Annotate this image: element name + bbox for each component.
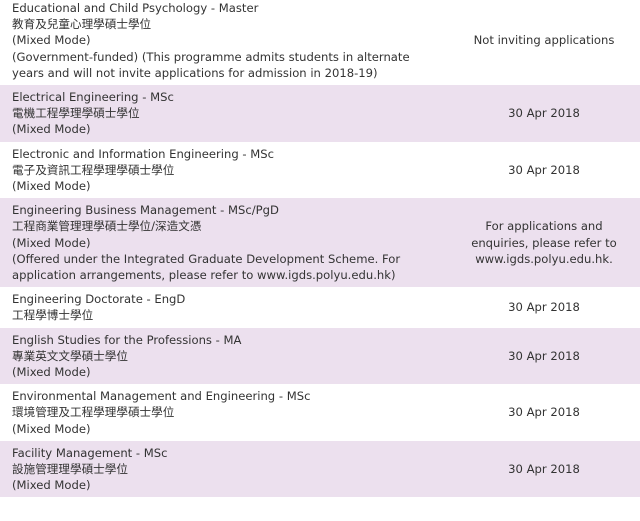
table-row: Educational and Child Psychology - Maste… [0,0,640,86]
programme-chinese-title: 工程學博士學位 [12,308,94,323]
study-mode: (Mixed Mode) [12,179,91,194]
application-deadline: 30 Apr 2018 [508,106,580,121]
programme-title: Engineering Doctorate - EngD [12,292,186,307]
study-mode: (Mixed Mode) [12,122,91,137]
deadline-cell: 30 Apr 2018 [440,89,640,138]
programme-title: Educational and Child Psychology - Maste… [12,1,259,15]
deadline-cell: For applications and enquiries, please r… [440,202,640,283]
deadline-cell: 30 Apr 2018 [440,291,640,323]
programme-cell: Educational and Child Psychology - Maste… [12,0,440,81]
application-deadline: 30 Apr 2018 [508,162,580,177]
programme-chinese-title: 工程商業管理理學碩士學位/深造文憑 [12,219,202,234]
deadline-cell: 30 Apr 2018 [440,332,640,381]
programme-chinese-title: 電子及資訊工程學理學碩士學位 [12,162,175,177]
deadline-cell: Not inviting applications [440,0,640,81]
application-deadline: 30 Apr 2018 [508,405,580,420]
application-deadline: 30 Apr 2018 [508,348,580,363]
programme-chinese-title: 教育及兒童心理學碩士學位 [12,17,152,32]
programme-chinese-title: 專業英文文學碩士學位 [12,348,128,363]
deadline-cell: 30 Apr 2018 [440,445,640,494]
programme-title: Environmental Management and Engineering… [12,389,311,404]
application-deadline: 30 Apr 2018 [508,300,580,315]
programme-cell: English Studies for the Professions - MA… [12,332,440,381]
programme-chinese-title: 電機工程學理學碩士學位 [12,106,140,121]
application-deadline: 30 Apr 2018 [508,462,580,477]
table-row: Environmental Management and Engineering… [0,384,640,441]
study-mode: (Mixed Mode) [12,478,91,493]
table-row: English Studies for the Professions - MA… [0,327,640,385]
programme-title: Engineering Business Management - MSc/Pg… [12,203,279,218]
programme-cell: Engineering Business Management - MSc/Pg… [12,202,440,283]
application-deadline: For applications and enquiries, please r… [471,219,617,266]
table-row: Engineering Business Management - MSc/Pg… [0,198,640,288]
programme-chinese-title: 設施管理理學碩士學位 [12,462,128,477]
programme-cell: Facility Management - MSc 設施管理理學碩士學位 (Mi… [12,445,440,494]
programme-note: (Offered under the Integrated Graduate D… [12,251,401,283]
programme-title: Facility Management - MSc [12,445,168,460]
programme-cell: Electrical Engineering - MSc 電機工程學理學碩士學位… [12,89,440,138]
programme-cell: Electronic and Information Engineering -… [12,146,440,195]
study-mode: (Mixed Mode) [12,365,91,380]
programme-note: (Government-funded) (This programme admi… [12,49,410,80]
study-mode: (Mixed Mode) [12,421,91,436]
study-mode: (Mixed Mode) [12,33,91,48]
table-row: Facility Management - MSc 設施管理理學碩士學位 (Mi… [0,440,640,498]
study-mode: (Mixed Mode) [12,235,91,250]
programme-cell: Environmental Management and Engineering… [12,388,440,437]
deadline-cell: 30 Apr 2018 [440,146,640,195]
table-row: Electrical Engineering - MSc 電機工程學理學碩士學位… [0,85,640,142]
table-row: Electronic and Information Engineering -… [0,141,640,199]
programme-title: Electronic and Information Engineering -… [12,146,274,161]
programme-table: Educational and Child Psychology - Maste… [0,0,640,498]
programme-chinese-title: 環境管理及工程學理學碩士學位 [12,405,175,420]
table-row: Engineering Doctorate - EngD 工程學博士學位 30 … [0,287,640,328]
programme-cell: Engineering Doctorate - EngD 工程學博士學位 [12,291,440,323]
programme-title: English Studies for the Professions - MA [12,332,242,347]
programme-title: Electrical Engineering - MSc [12,90,174,105]
application-deadline: Not inviting applications [473,33,615,48]
deadline-cell: 30 Apr 2018 [440,388,640,437]
